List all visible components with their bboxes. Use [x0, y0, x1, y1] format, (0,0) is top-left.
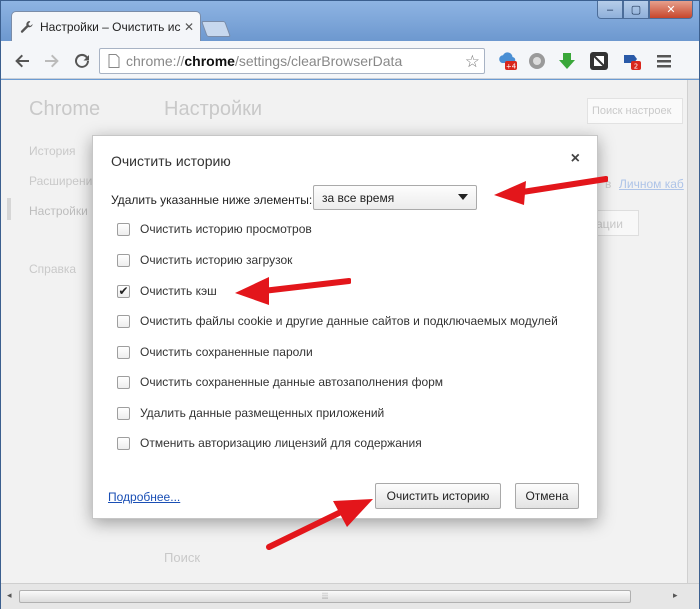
- window-close-button[interactable]: ✕: [649, 1, 693, 19]
- option-download-history[interactable]: Очистить историю загрузок: [117, 253, 292, 267]
- option-cache[interactable]: ✔ Очистить кэш: [117, 284, 217, 298]
- url-host: chrome: [184, 53, 235, 69]
- option-label: Отменить авторизацию лицензий для содерж…: [140, 436, 422, 450]
- cancel-button[interactable]: Отмена: [515, 483, 579, 509]
- toolbar: chrome://chrome/settings/clearBrowserDat…: [1, 41, 699, 79]
- nav-extensions[interactable]: Расширения: [29, 174, 99, 188]
- checkbox[interactable]: [117, 222, 130, 236]
- option-label: Очистить файлы cookie и другие данные са…: [140, 314, 558, 328]
- reload-icon: [75, 53, 89, 68]
- option-label: Очистить историю загрузок: [140, 253, 293, 267]
- more-info-link[interactable]: Подробнее...: [108, 490, 180, 504]
- time-range-value: за все время: [322, 190, 395, 205]
- checkbox[interactable]: [117, 314, 130, 328]
- dialog-close-icon[interactable]: ×: [571, 150, 580, 168]
- time-range-select[interactable]: за все время: [313, 185, 477, 210]
- menu-button[interactable]: [655, 52, 673, 70]
- option-autofill[interactable]: Очистить сохраненные данные автозаполнен…: [117, 375, 443, 389]
- option-hosted-app-data[interactable]: Удалить данные размещенных приложений: [117, 406, 384, 420]
- range-label: Удалить указанные ниже элементы:: [111, 193, 313, 207]
- extension-pin-icon[interactable]: 2: [621, 51, 641, 71]
- extension-circle-icon[interactable]: [527, 51, 547, 71]
- checkbox[interactable]: [117, 406, 130, 420]
- checkbox[interactable]: [117, 436, 130, 450]
- dialog-title: Очистить историю: [111, 153, 231, 169]
- red-arrow-range-icon: [494, 176, 608, 205]
- extension-badge: 2: [634, 63, 638, 71]
- minimize-button[interactable]: –: [597, 1, 623, 19]
- back-arrow-icon: [15, 54, 29, 68]
- download-arrow-icon[interactable]: [557, 51, 577, 71]
- option-label: Очистить историю просмотров: [140, 222, 312, 236]
- scroll-right-icon[interactable]: ▸: [673, 590, 678, 601]
- checkbox[interactable]: ✔: [117, 284, 130, 298]
- nav-help[interactable]: Справка: [29, 262, 76, 276]
- address-bar[interactable]: chrome://chrome/settings/clearBrowserDat…: [99, 48, 485, 74]
- option-content-licenses[interactable]: Отменить авторизацию лицензий для содерж…: [117, 436, 422, 450]
- option-cookies[interactable]: Очистить файлы cookie и другие данные са…: [117, 314, 558, 328]
- title-bar: Настройки – Очистить ис ✕ – ▢ ✕: [1, 1, 699, 41]
- chrome-brand: Chrome: [29, 98, 101, 120]
- red-arrow-button-icon: [266, 499, 373, 550]
- forward-button[interactable]: [43, 52, 61, 70]
- checkbox[interactable]: [117, 345, 130, 359]
- extension-square-icon[interactable]: [589, 51, 609, 71]
- window-controls: – ▢ ✕: [597, 1, 693, 19]
- bottom-section-label: Поиск: [164, 550, 201, 565]
- search-settings-input[interactable]: Поиск настроек: [587, 98, 683, 124]
- option-passwords[interactable]: Очистить сохраненные пароли: [117, 345, 313, 359]
- horizontal-scrollbar[interactable]: ◂ ⦙⦙⦙ ▸: [1, 583, 699, 609]
- nav-active-indicator: [7, 198, 11, 220]
- back-button[interactable]: [13, 52, 31, 70]
- maximize-button[interactable]: ▢: [623, 1, 649, 19]
- option-label: Очистить кэш: [140, 284, 217, 298]
- side-link[interactable]: Личном каб: [619, 177, 684, 191]
- page-icon: [108, 54, 120, 68]
- hamburger-menu-icon: [657, 55, 671, 68]
- url-prefix: chrome://: [126, 53, 185, 69]
- tab-settings[interactable]: Настройки – Очистить ис ✕: [11, 11, 201, 41]
- bookmark-star-icon[interactable]: ☆: [465, 52, 480, 72]
- clear-history-button[interactable]: Очистить историю: [375, 483, 501, 509]
- browser-window: Настройки – Очистить ис ✕ – ▢ ✕ chrome:/…: [0, 0, 700, 609]
- horizontal-scroll-thumb[interactable]: ⦙⦙⦙: [19, 590, 631, 603]
- checkbox[interactable]: [117, 253, 130, 267]
- extension-cloud-icon[interactable]: +4: [497, 51, 517, 71]
- forward-arrow-icon: [45, 54, 59, 68]
- wrench-icon: [20, 20, 33, 33]
- option-label: Очистить сохраненные данные автозаполнен…: [140, 375, 444, 389]
- option-label: Удалить данные размещенных приложений: [140, 406, 385, 420]
- tab-title: Настройки – Очистить ис: [40, 19, 181, 34]
- checkbox[interactable]: [117, 375, 130, 389]
- url-path: /settings/clearBrowserData: [234, 53, 403, 69]
- vertical-scrollbar[interactable]: [687, 80, 699, 583]
- tab-close-icon[interactable]: ✕: [184, 20, 194, 34]
- chevron-down-icon: [458, 194, 468, 200]
- scroll-left-icon[interactable]: ◂: [7, 590, 12, 601]
- nav-history[interactable]: История: [29, 144, 76, 158]
- extension-badge: +4: [506, 63, 517, 71]
- page-title: Настройки: [164, 98, 263, 120]
- red-arrow-cache-icon: [235, 277, 351, 305]
- option-browsing-history[interactable]: Очистить историю просмотров: [117, 222, 312, 236]
- new-tab-button[interactable]: [201, 21, 231, 37]
- reload-button[interactable]: [73, 52, 91, 70]
- side-button[interactable]: ации: [591, 210, 639, 236]
- nav-settings[interactable]: Настройки: [29, 204, 88, 218]
- option-label: Очистить сохраненные пароли: [140, 345, 313, 359]
